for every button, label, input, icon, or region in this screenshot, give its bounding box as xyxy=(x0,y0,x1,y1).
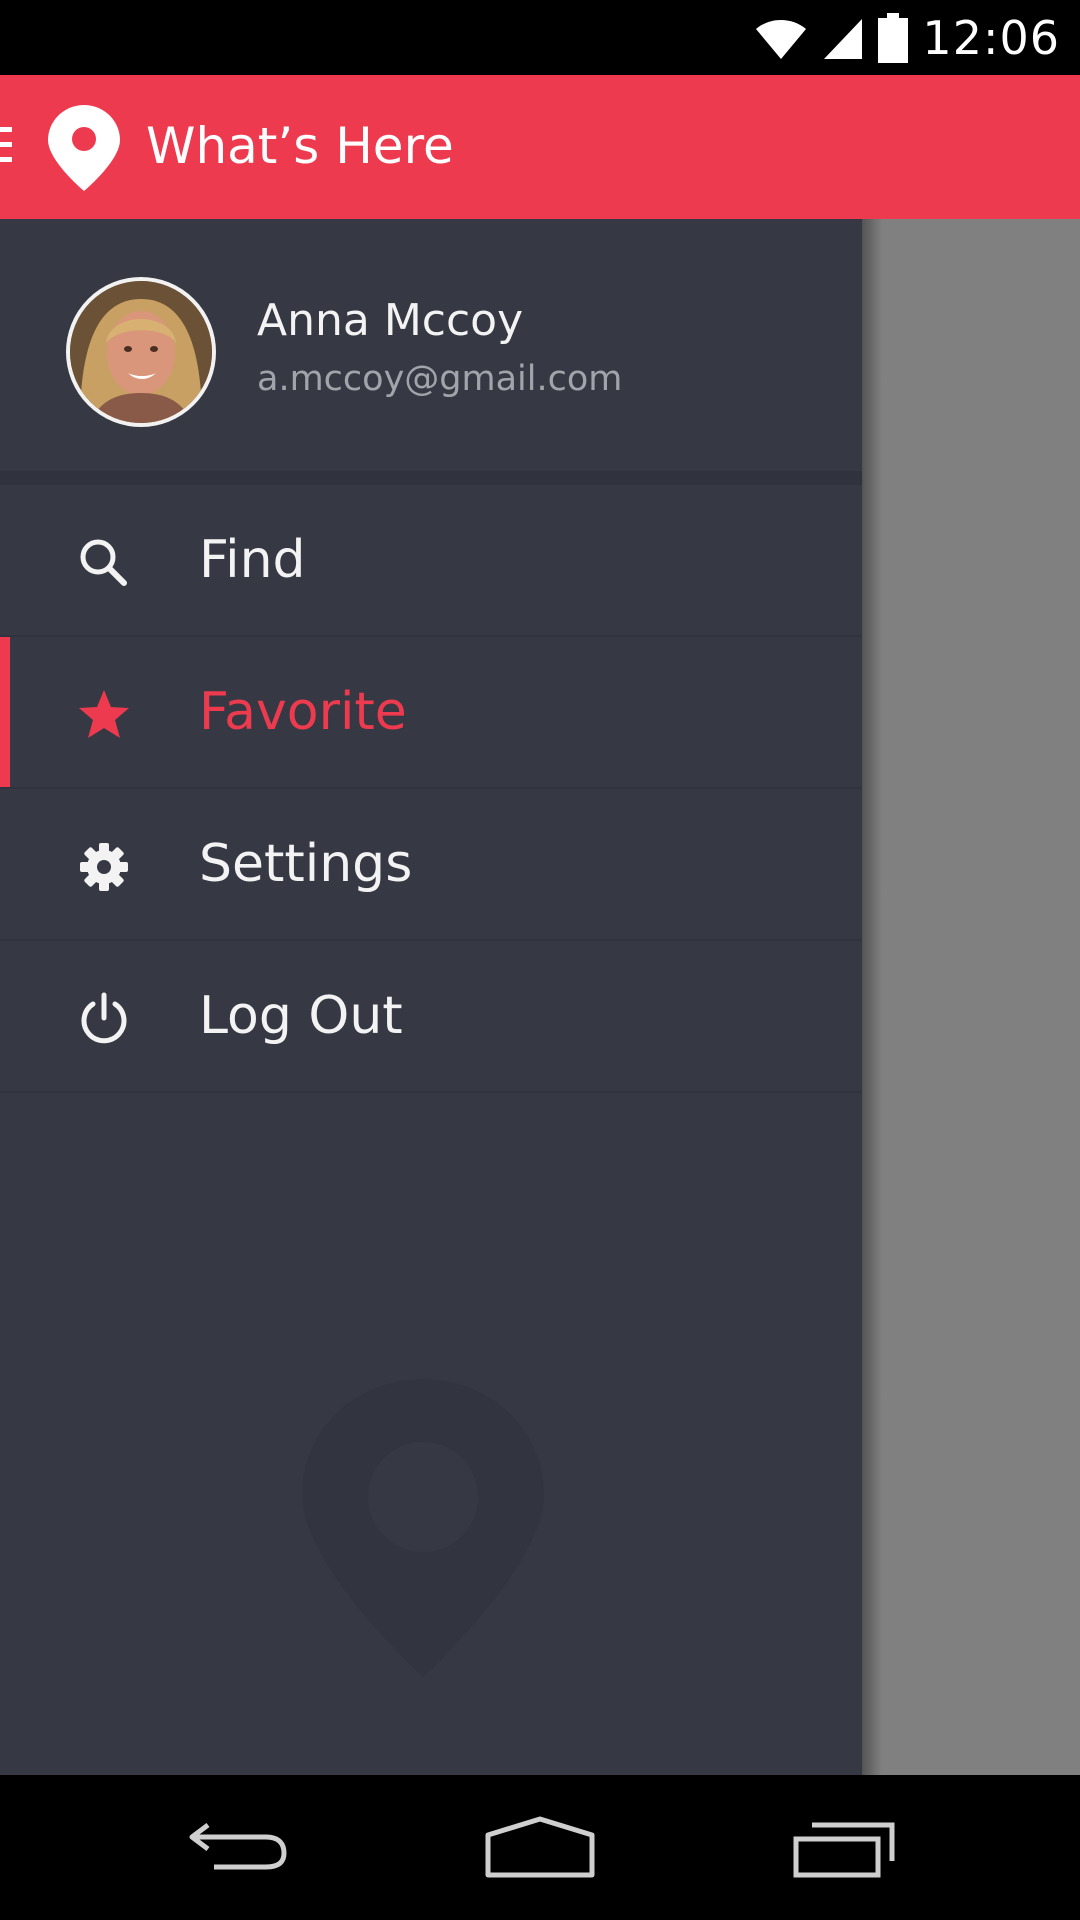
status-icons: 12:06 xyxy=(754,0,1060,75)
star-icon xyxy=(76,687,132,743)
drawer-shadow xyxy=(862,219,882,1775)
content-scrim[interactable] xyxy=(862,219,1080,1775)
navigation-drawer: Anna Mccoy a.mccoy@gmail.com Find Favori… xyxy=(0,219,862,1775)
drawer-item-label: Find xyxy=(199,530,306,590)
avatar[interactable] xyxy=(66,277,216,427)
status-time: 12:06 xyxy=(922,10,1060,65)
user-name: Anna Mccoy xyxy=(257,295,524,346)
navigation-bar xyxy=(0,1775,1080,1920)
location-pin-watermark-icon xyxy=(300,1377,546,1683)
wifi-icon xyxy=(754,15,808,61)
drawer-header: Anna Mccoy a.mccoy@gmail.com xyxy=(0,219,862,471)
drawer-item-label: Favorite xyxy=(199,682,407,742)
drawer-item-logout[interactable]: Log Out xyxy=(0,941,862,1093)
battery-icon xyxy=(878,12,909,63)
menu-icon[interactable] xyxy=(0,127,14,167)
user-email: a.mccoy@gmail.com xyxy=(257,359,623,399)
gear-icon xyxy=(76,839,132,895)
location-pin-icon xyxy=(46,103,122,197)
app-title: What’s Here xyxy=(146,117,454,175)
drawer-item-settings[interactable]: Settings xyxy=(0,789,862,941)
status-bar: 12:06 xyxy=(0,0,1080,75)
drawer-item-find[interactable]: Find xyxy=(0,485,862,637)
search-icon xyxy=(76,535,132,591)
drawer-item-label: Settings xyxy=(199,834,413,894)
app-bar: What’s Here xyxy=(0,75,1080,219)
drawer-item-favorite[interactable]: Favorite xyxy=(0,637,862,789)
drawer-menu: Find Favorite Settings Log Out xyxy=(0,485,862,1093)
signal-icon xyxy=(822,15,864,61)
active-indicator xyxy=(0,637,10,787)
drawer-item-label: Log Out xyxy=(199,986,403,1046)
home-icon[interactable] xyxy=(484,1815,596,1883)
screen: 12:06 What’s Here Anna Mccoy a.mccoy@gma… xyxy=(0,0,1080,1920)
header-divider xyxy=(0,471,862,485)
power-icon xyxy=(76,991,132,1047)
recent-apps-icon[interactable] xyxy=(792,1815,896,1883)
back-icon[interactable] xyxy=(186,1815,290,1879)
